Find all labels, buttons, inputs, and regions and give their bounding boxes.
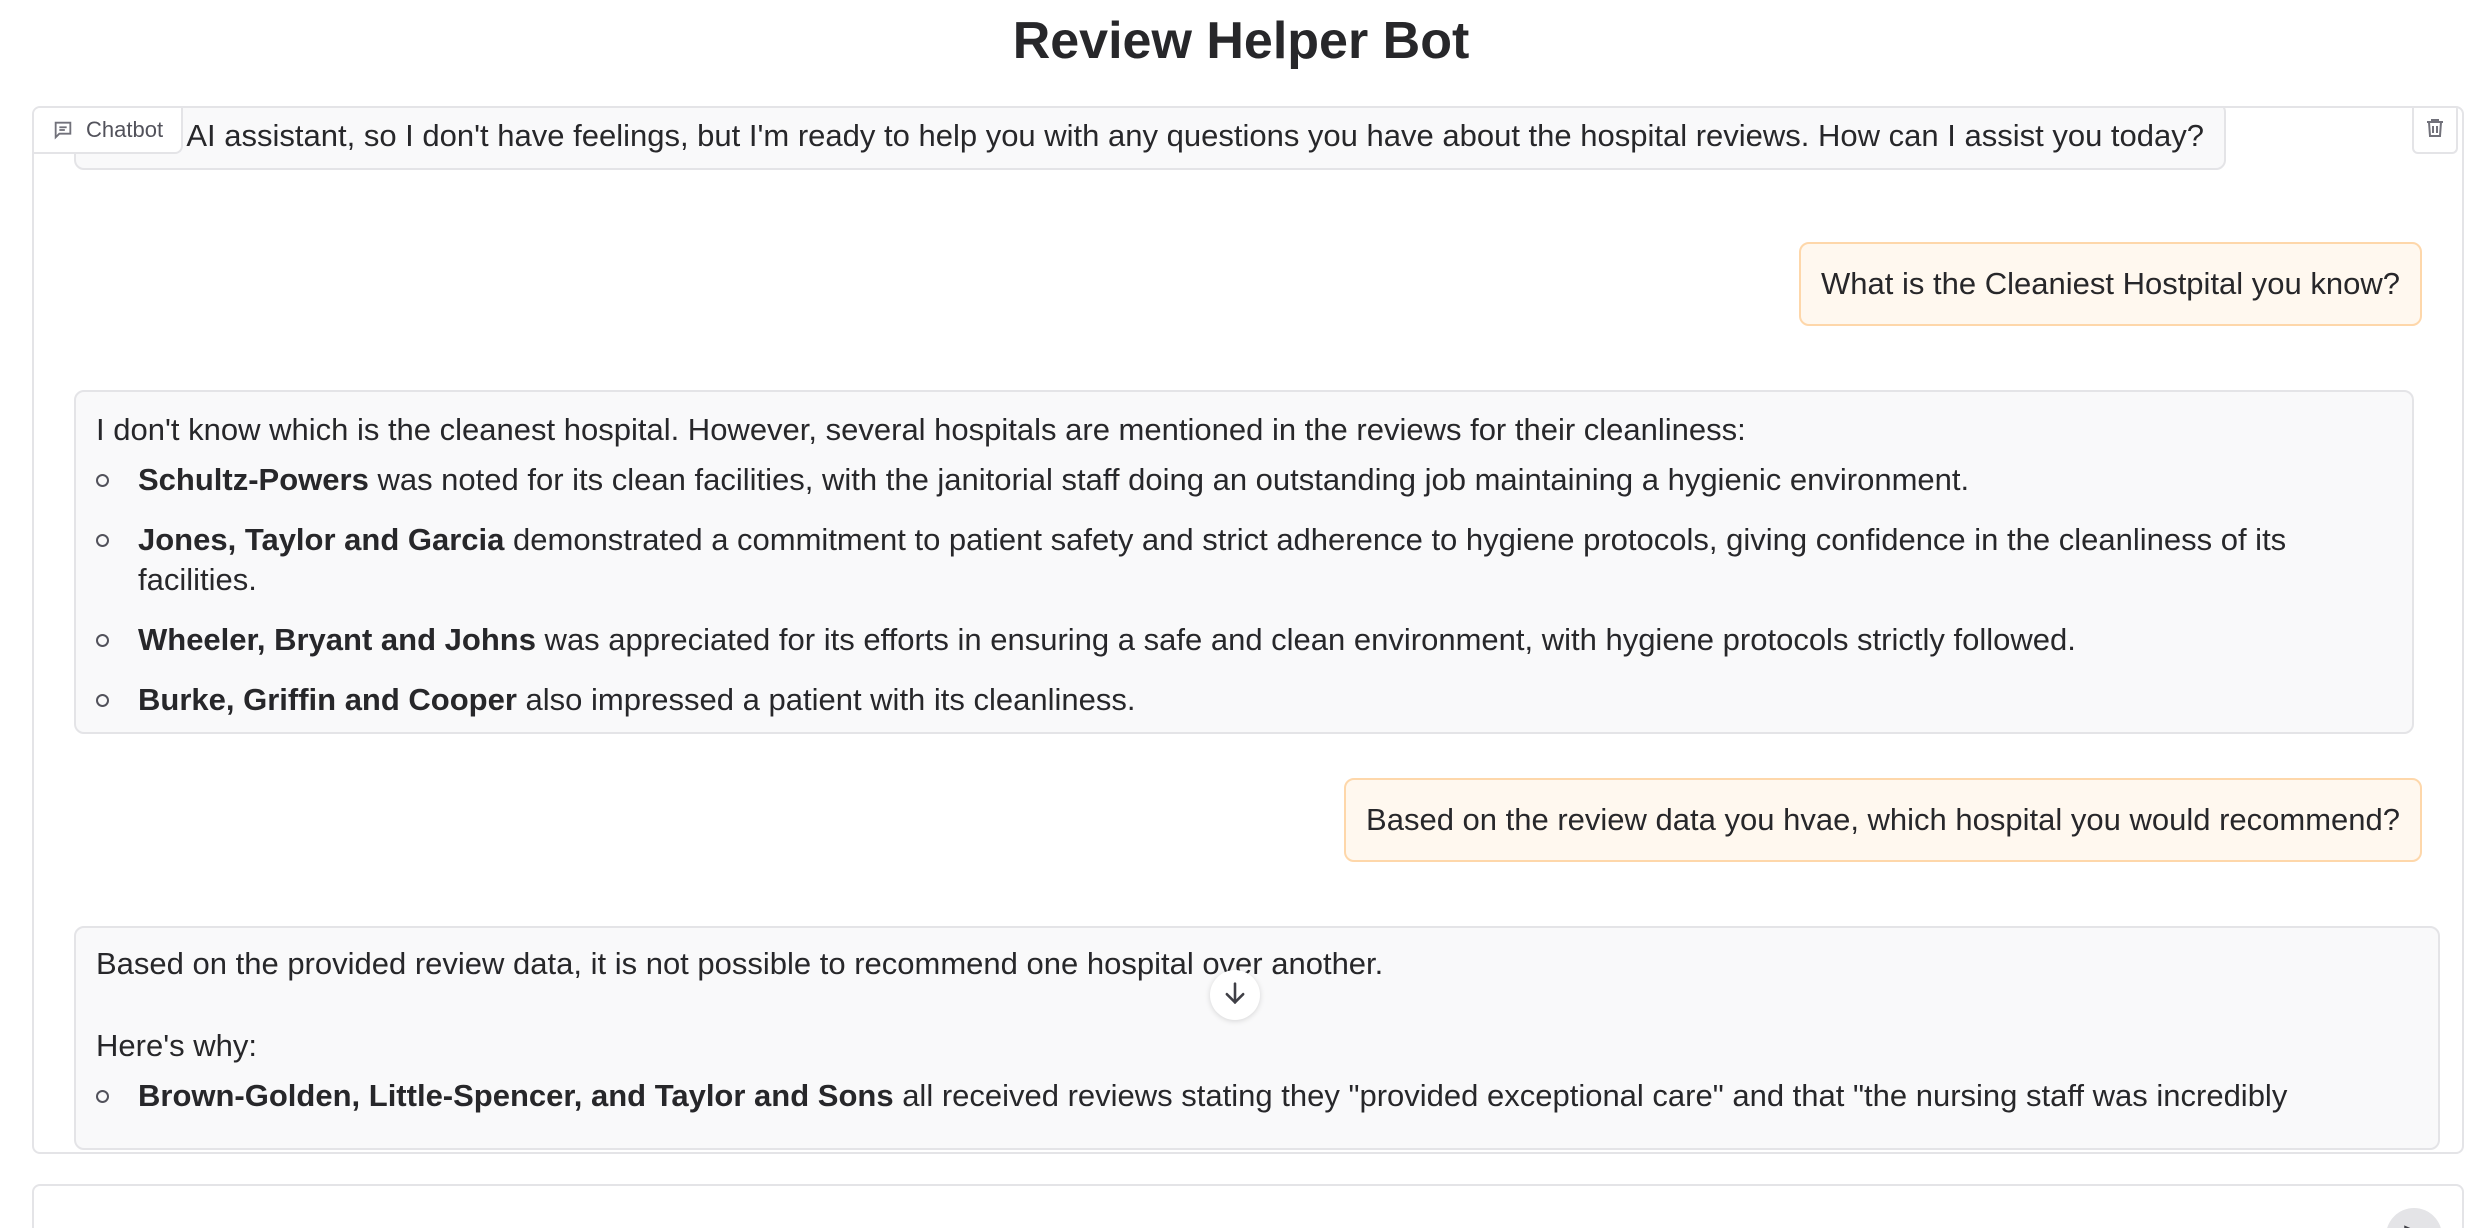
list-item: Burke, Griffin and Cooper also impressed… bbox=[96, 680, 2392, 720]
user-message: Based on the review data you hvae, which… bbox=[1344, 778, 2422, 862]
send-arrow-icon bbox=[2401, 1221, 2427, 1228]
arrow-down-icon bbox=[1221, 979, 1249, 1012]
bot-message: Based on the provided review data, it is… bbox=[74, 926, 2440, 1150]
message-intro: Based on the provided review data, it is… bbox=[96, 946, 1384, 981]
trash-icon bbox=[2423, 116, 2447, 145]
chatbot-label-text: Chatbot bbox=[86, 117, 164, 142]
clear-chat-button[interactable] bbox=[2412, 108, 2458, 154]
item-text: also impressed a patient with its cleanl… bbox=[516, 682, 1136, 717]
hospital-name: Jones, Taylor and Garcia bbox=[138, 522, 505, 557]
message-text: What is the Cleaniest Hostpital you know… bbox=[1821, 266, 2400, 301]
hospital-name: Wheeler, Bryant and Johns bbox=[138, 622, 536, 657]
message-text: Based on the review data you hvae, which… bbox=[1366, 802, 2400, 837]
user-message: What is the Cleaniest Hostpital you know… bbox=[1799, 242, 2422, 326]
bot-message: I don't know which is the cleanest hospi… bbox=[74, 390, 2414, 734]
message-intro: I don't know which is the cleanest hospi… bbox=[96, 412, 1746, 447]
list-item: Schultz-Powers was noted for its clean f… bbox=[96, 460, 2392, 500]
message-paragraph: Here's why: bbox=[96, 1028, 257, 1063]
hospital-list: Brown-Golden, Little-Spencer, and Taylor… bbox=[96, 1076, 2418, 1116]
list-item: Brown-Golden, Little-Spencer, and Taylor… bbox=[96, 1076, 2418, 1116]
bot-message: I'm an AI assistant, so I don't have fee… bbox=[74, 108, 2226, 170]
item-text: was appreciated for its efforts in ensur… bbox=[535, 622, 2076, 657]
page-title: Review Helper Bot bbox=[1012, 12, 1470, 70]
hospital-name: Schultz-Powers bbox=[138, 462, 369, 497]
chat-bubble-icon bbox=[52, 119, 74, 141]
message-input-panel[interactable] bbox=[32, 1184, 2464, 1228]
scroll-down-button[interactable] bbox=[1210, 970, 1260, 1020]
item-text: all received reviews stating they "provi… bbox=[893, 1078, 2288, 1113]
message-text: I'm an AI assistant, so I don't have fee… bbox=[96, 118, 2204, 153]
list-item: Wheeler, Bryant and Johns was appreciate… bbox=[96, 620, 2392, 660]
list-item: Jones, Taylor and Garcia demonstrated a … bbox=[96, 520, 2392, 600]
chatbot-label: Chatbot bbox=[34, 108, 184, 154]
hospital-name: Burke, Griffin and Cooper bbox=[138, 682, 517, 717]
item-text: was noted for its clean facilities, with… bbox=[368, 462, 1970, 497]
hospital-name: Brown-Golden, Little-Spencer, and Taylor… bbox=[138, 1078, 894, 1113]
hospital-list: Schultz-Powers was noted for its clean f… bbox=[96, 460, 2392, 720]
